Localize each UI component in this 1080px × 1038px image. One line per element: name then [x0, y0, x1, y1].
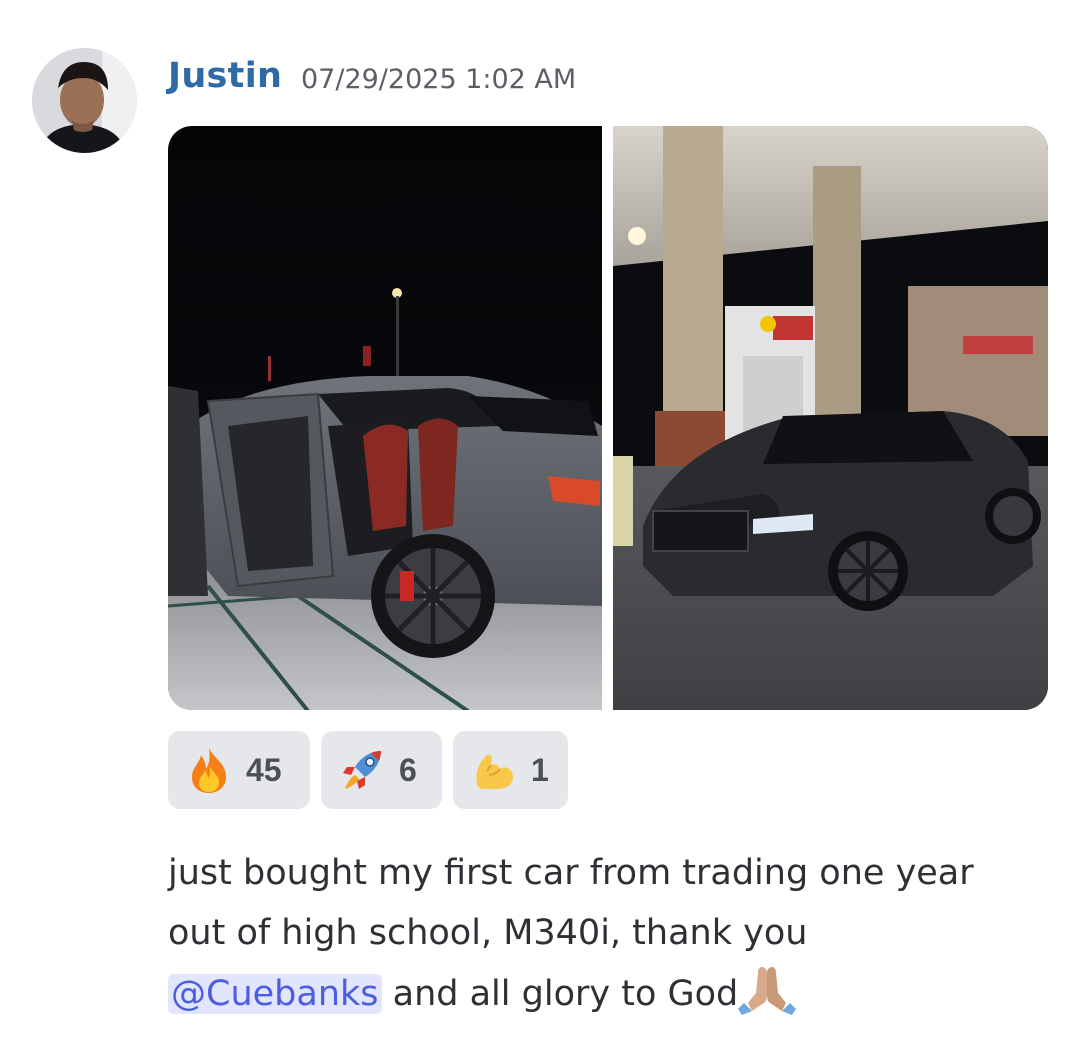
author-name[interactable]: Justin: [168, 56, 282, 96]
avatar-photo-icon: [32, 48, 137, 153]
reaction-fire[interactable]: 45: [168, 731, 310, 809]
message-line-rest: and all glory to God: [381, 974, 739, 1014]
reaction-count: 6: [399, 751, 417, 788]
fire-icon: [184, 745, 234, 795]
image-attachment-car-gas-station[interactable]: [613, 126, 1048, 710]
folded-hands-icon: [738, 963, 797, 1015]
car-door-open-photo-icon: [168, 126, 602, 710]
reactions-bar: 45 6 1: [168, 731, 568, 809]
reaction-flexed-biceps[interactable]: 1: [453, 731, 568, 809]
user-mention[interactable]: @Cuebanks: [168, 974, 382, 1014]
car-gas-station-photo-icon: [613, 126, 1048, 710]
message-content: just bought my first car from trading on…: [168, 843, 1048, 1024]
flexed-biceps-icon: [469, 745, 519, 795]
message-timestamp: 07/29/2025 1:02 AM: [301, 64, 577, 95]
message-line: @Cuebanks and all glory to God: [168, 963, 1048, 1024]
message-line: just bought my first car from trading on…: [168, 853, 974, 893]
image-attachment-car-door-open[interactable]: [168, 126, 602, 710]
rocket-icon: [337, 745, 387, 795]
author-avatar[interactable]: [32, 48, 137, 153]
reaction-count: 45: [246, 751, 282, 788]
reaction-count: 1: [531, 751, 549, 788]
message-line: out of high school, M340i, thank you: [168, 913, 808, 953]
reaction-rocket[interactable]: 6: [321, 731, 442, 809]
